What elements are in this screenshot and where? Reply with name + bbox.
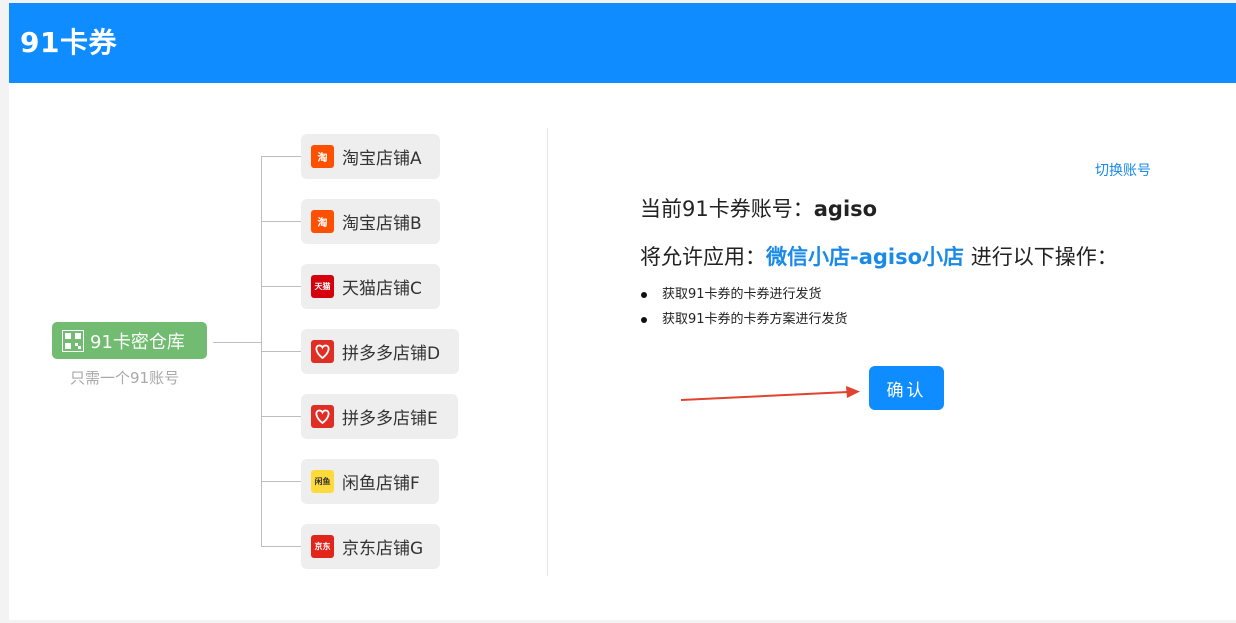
- pointer-arrow-icon: [680, 386, 860, 401]
- confirm-button[interactable]: 确认: [869, 366, 944, 410]
